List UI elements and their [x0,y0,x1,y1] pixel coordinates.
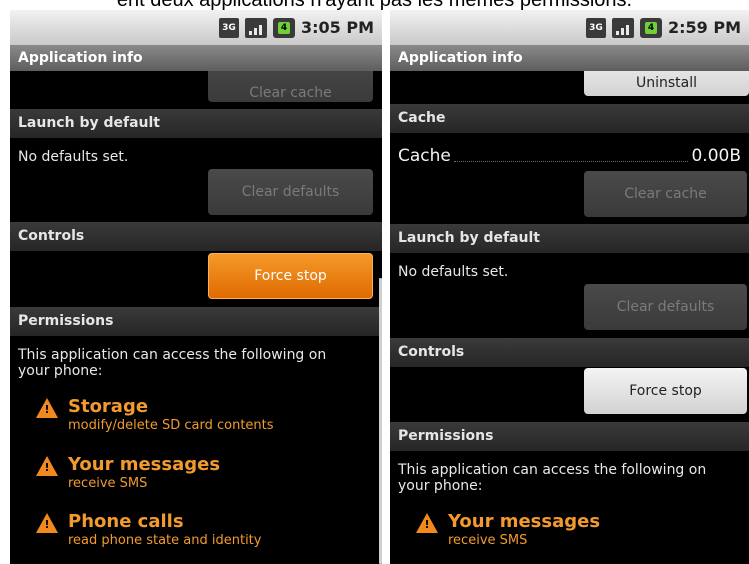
warning-icon [36,513,58,533]
battery-icon: 4 [639,17,662,38]
section-header-controls: Controls [10,222,382,251]
signal-icon [611,17,634,38]
section-header-permissions: Permissions [10,307,382,336]
permission-detail: read phone state and identity [68,533,262,548]
section-header-launch: Launch by default [10,109,382,138]
permission-item: Phone calls read phone state and identit… [36,511,261,549]
dotted-leader [453,161,689,162]
section-header-launch: Launch by default [390,224,749,253]
permission-title: Storage [68,396,149,417]
warning-icon [36,456,58,476]
permission-title: Phone calls [68,511,184,532]
phone-screen-right: Uninstall 3G 4 2:59 PM Application info … [390,10,749,564]
permission-detail: receive SMS [448,533,528,548]
permission-title: Your messages [448,511,601,532]
status-time: 2:59 PM [667,18,741,37]
permission-detail: modify/delete SD card contents [68,418,274,433]
status-time: 3:05 PM [300,18,374,37]
battery-icon: 4 [272,17,295,38]
phone-screen-left: 3G 4 3:05 PM Application info Clear cach… [10,10,382,564]
scrollbar[interactable] [379,278,382,564]
status-bar: 3G 4 2:59 PM [390,10,749,45]
clear-defaults-button[interactable]: Clear defaults [208,169,373,215]
permissions-intro: This application can access the followin… [18,347,327,379]
clear-cache-button[interactable]: Clear cache [584,171,747,217]
no-defaults-text: No defaults set. [398,264,509,280]
clear-defaults-button[interactable]: Clear defaults [584,284,747,330]
page-title-overlay: Application info [10,45,382,71]
permission-item: Storage modify/delete SD card contents [36,396,274,434]
force-stop-button[interactable]: Force stop [208,253,373,299]
warning-icon [416,513,438,533]
permission-item: Your messages receive SMS [416,511,600,549]
permission-detail: receive SMS [68,476,148,491]
permission-item: Your messages receive SMS [36,454,220,492]
cache-label: Cache [398,146,451,166]
permissions-intro: This application can access the followin… [398,462,707,494]
status-bar: 3G 4 3:05 PM [10,10,382,45]
network-3g-icon: 3G [585,17,606,38]
cache-value: 0.00B [691,146,741,166]
cache-row: Cache 0.00B [398,144,741,166]
section-header-controls: Controls [390,338,749,367]
page-title: Application info [390,45,749,71]
permission-title: Your messages [68,454,221,475]
signal-icon [244,17,267,38]
section-header-permissions: Permissions [390,422,749,451]
no-defaults-text: No defaults set. [18,149,129,165]
force-stop-button[interactable]: Force stop [584,368,747,414]
warning-icon [36,398,58,418]
section-header-cache: Cache [390,104,749,133]
network-3g-icon: 3G [218,17,239,38]
